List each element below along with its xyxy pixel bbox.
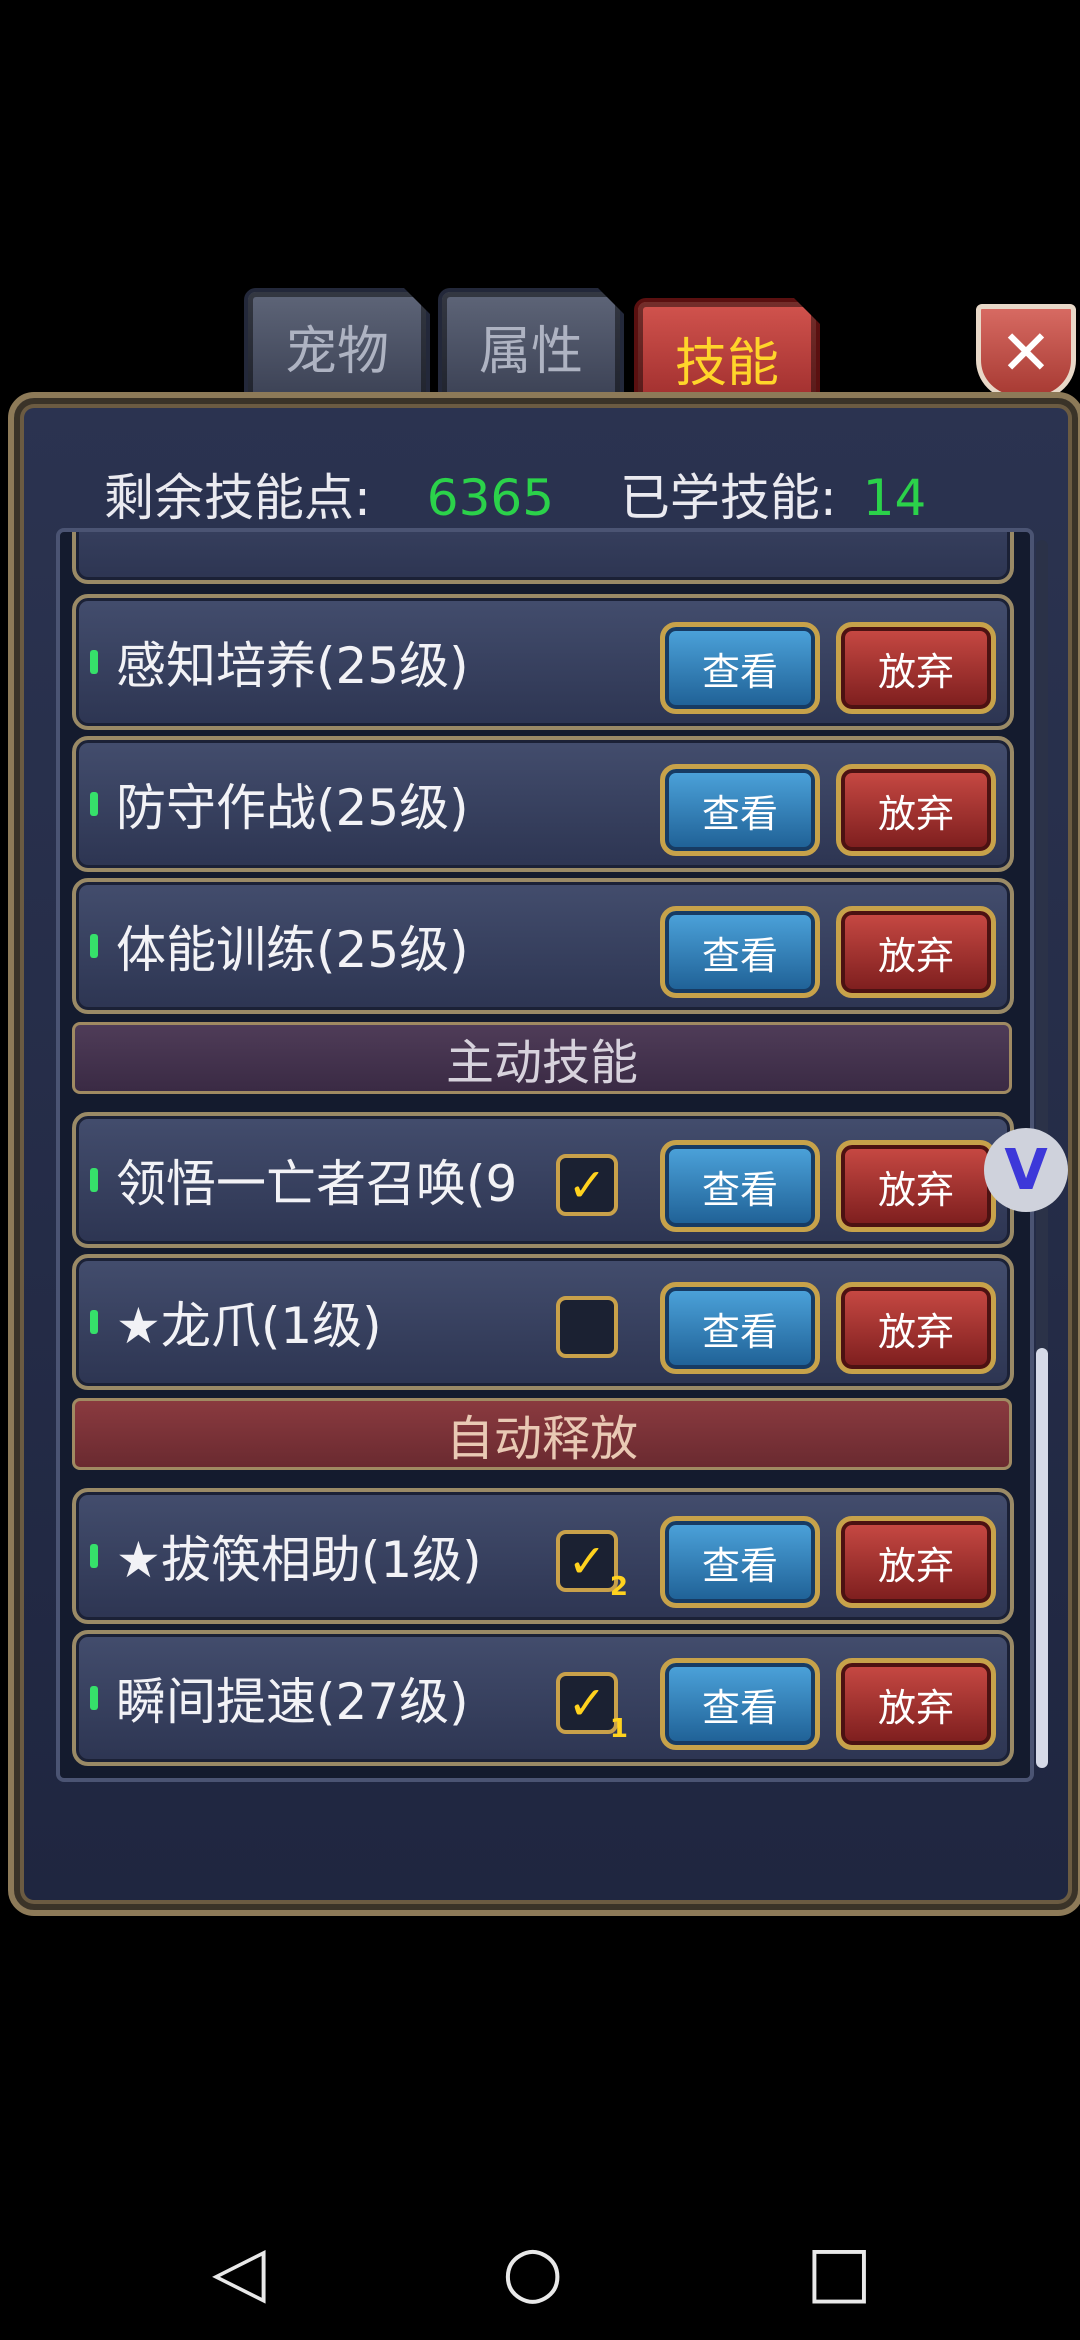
scrollbar-thumb[interactable] [1036, 1348, 1048, 1768]
view-button[interactable]: 查看 [660, 764, 820, 856]
tab-skills-label: 技能 [674, 333, 779, 394]
cast-order-number: 1 [609, 1714, 628, 1744]
abandon-button[interactable]: 放弃 [836, 764, 996, 856]
view-button[interactable]: 查看 [660, 1140, 820, 1232]
recents-nav-button[interactable]: □ [806, 2230, 872, 2312]
tab-fold-decoration [794, 298, 820, 324]
abandon-button[interactable]: 放弃 [836, 1140, 996, 1232]
skill-row-partial [72, 532, 1014, 584]
skill-row: 领悟一亡者召唤(9 ✓ 查看 放弃 [72, 1112, 1014, 1248]
check-icon: ✓ [567, 1158, 607, 1212]
section-header-active-skills: 主动技能 [72, 1022, 1012, 1094]
close-button[interactable]: ✕ [976, 304, 1076, 400]
tab-pet[interactable]: 宠物 [244, 288, 430, 404]
abandon-button[interactable]: 放弃 [836, 1658, 996, 1750]
tab-fold-decoration [598, 288, 624, 314]
skill-indicator [90, 1686, 98, 1710]
abandon-button[interactable]: 放弃 [836, 906, 996, 998]
home-nav-button[interactable]: ○ [502, 2230, 563, 2312]
skill-name: 体能训练(25级) [116, 921, 469, 979]
cast-order-number: 2 [609, 1572, 628, 1602]
skill-row: 防守作战(25级) 查看 放弃 [72, 736, 1014, 872]
skill-name: ★拔筷相助(1级) [116, 1531, 482, 1589]
remaining-points-label: 剩余技能点: [104, 469, 371, 527]
skill-row: 体能训练(25级) 查看 放弃 [72, 878, 1014, 1014]
skill-indicator [90, 1310, 98, 1334]
skill-row: 感知培养(25级) 查看 放弃 [72, 594, 1014, 730]
floating-v-badge-icon[interactable]: V [984, 1128, 1068, 1212]
skill-row: 瞬间提速(27级) ✓ 1 查看 放弃 [72, 1630, 1014, 1766]
skill-list[interactable]: 感知培养(25级) 查看 放弃 防守作战(25级) 查看 放弃 体能训练(25级… [56, 528, 1034, 1782]
tab-fold-decoration [404, 288, 430, 314]
skill-indicator [90, 934, 98, 958]
tab-pet-label: 宠物 [284, 321, 389, 382]
auto-cast-checkbox[interactable]: ✓ 2 [556, 1530, 628, 1602]
skill-points-header: 剩余技能点: 6365 已学技能: 14 [104, 458, 926, 530]
skill-indicator [90, 792, 98, 816]
learned-skills-value: 14 [862, 469, 927, 527]
remaining-points-value: 6365 [426, 469, 555, 527]
abandon-button[interactable]: 放弃 [836, 622, 996, 714]
section-header-auto-release: 自动释放 [72, 1398, 1012, 1470]
check-icon: ✓ [567, 1534, 607, 1588]
skill-name: 领悟一亡者召唤(9 [116, 1155, 518, 1213]
abandon-button[interactable]: 放弃 [836, 1516, 996, 1608]
back-nav-button[interactable]: ◁ [212, 2230, 266, 2312]
auto-cast-checkbox[interactable]: ✓ [556, 1154, 618, 1216]
check-icon: ✓ [567, 1676, 607, 1730]
skill-indicator [90, 1544, 98, 1568]
skill-name: 瞬间提速(27级) [116, 1673, 469, 1731]
view-button[interactable]: 查看 [660, 1282, 820, 1374]
auto-cast-checkbox[interactable] [556, 1296, 618, 1358]
close-icon: ✕ [1000, 315, 1052, 389]
auto-cast-checkbox[interactable]: ✓ 1 [556, 1672, 628, 1744]
skill-name: 感知培养(25级) [116, 637, 469, 695]
tab-attributes-label: 属性 [478, 321, 583, 382]
skill-row: ★龙爪(1级) 查看 放弃 [72, 1254, 1014, 1390]
skill-name: ★龙爪(1级) [116, 1297, 382, 1355]
skill-name: 防守作战(25级) [116, 779, 469, 837]
abandon-button[interactable]: 放弃 [836, 1282, 996, 1374]
view-button[interactable]: 查看 [660, 1516, 820, 1608]
skill-indicator [90, 650, 98, 674]
skill-indicator [90, 1168, 98, 1192]
learned-skills-label: 已学技能: [619, 469, 837, 527]
tab-attributes[interactable]: 属性 [438, 288, 624, 404]
view-button[interactable]: 查看 [660, 906, 820, 998]
view-button[interactable]: 查看 [660, 1658, 820, 1750]
view-button[interactable]: 查看 [660, 622, 820, 714]
skill-row: ★拔筷相助(1级) ✓ 2 查看 放弃 [72, 1488, 1014, 1624]
